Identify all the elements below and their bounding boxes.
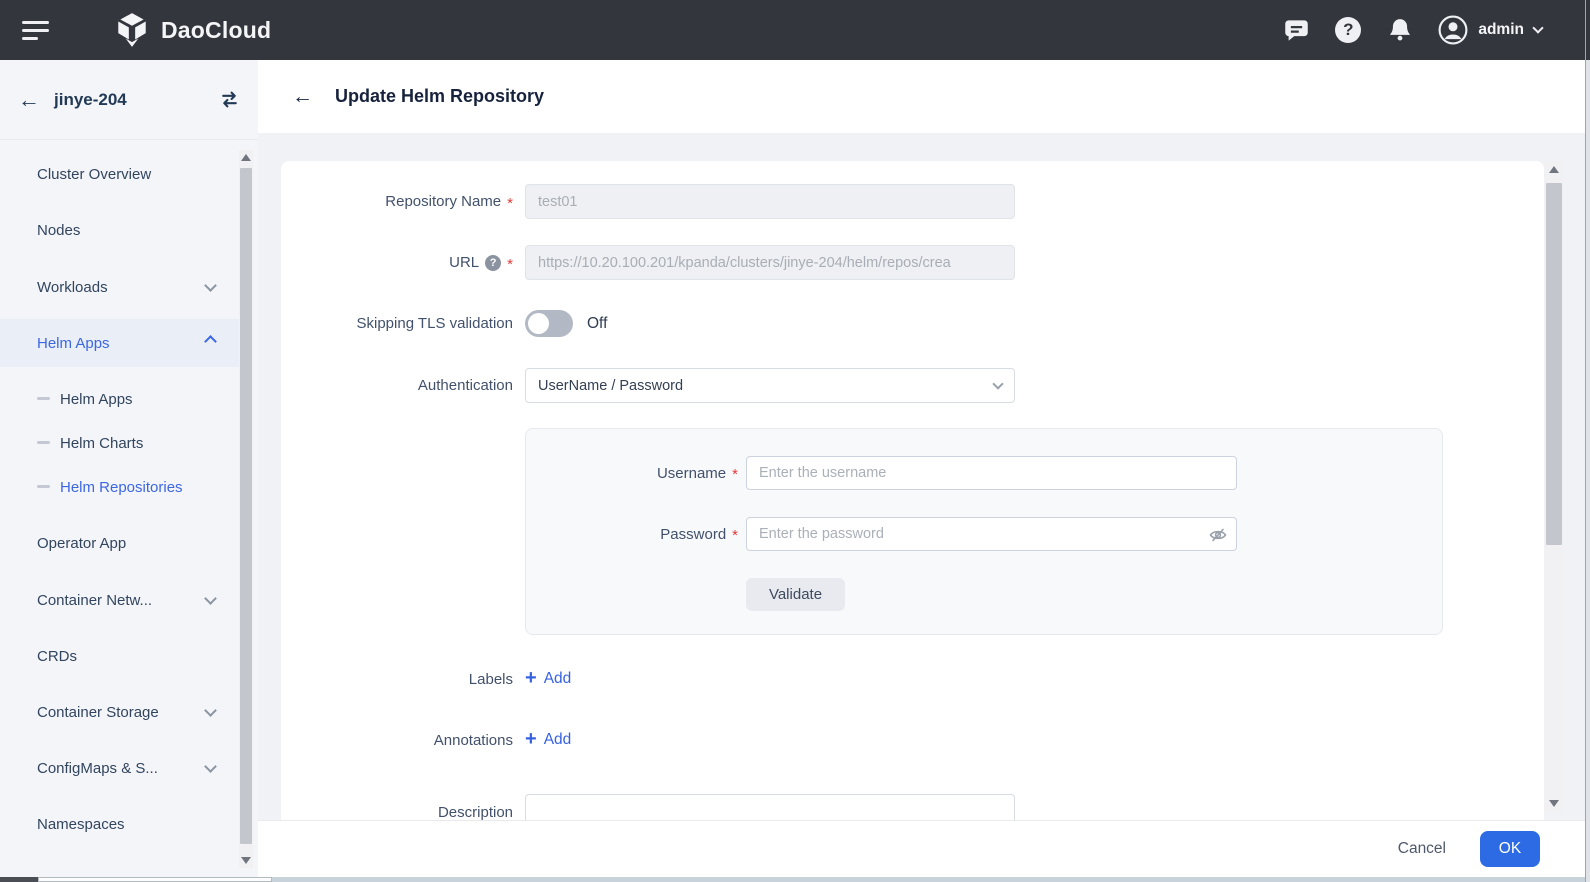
tls-toggle[interactable] [525,310,573,337]
page-title: Update Helm Repository [335,86,544,107]
sidebar-item-namespaces[interactable]: Namespaces [0,800,239,848]
url-help-icon[interactable]: ? [485,255,501,271]
scroll-down-arrow-icon[interactable] [1549,800,1559,807]
credentials-panel: Username * Password * Validate [525,428,1443,635]
plus-icon: + [525,668,537,688]
sidebar-item-crds[interactable]: CRDs [0,632,239,680]
hamburger-menu-icon[interactable] [22,21,49,40]
sidebar: ← jinye-204 Cluster Overview Nodes Workl… [0,60,258,877]
bell-icon[interactable] [1386,17,1413,44]
required-asterisk: * [507,256,513,273]
tls-label: Skipping TLS validation [281,310,513,337]
sidebar-scrollbar-thumb[interactable] [240,168,252,844]
sidebar-item-cluster-overview[interactable]: Cluster Overview [0,150,239,198]
daocloud-logo-icon [113,11,151,49]
dash-icon [37,441,50,444]
username-label: Username * [526,456,738,490]
cluster-name: jinye-204 [54,90,127,110]
chevron-down-icon [204,592,217,605]
description-textarea[interactable] [525,794,1015,820]
url-label: URL ? * [281,245,513,280]
authentication-select[interactable]: UserName / Password [525,368,1015,403]
password-label: Password * [526,517,738,551]
cluster-back-icon[interactable]: ← [18,89,40,111]
topbar: DaoCloud ? admin [0,0,1590,60]
cluster-switch-icon[interactable] [219,89,240,110]
sidebar-subitem-helm-charts[interactable]: Helm Charts [0,423,239,463]
sidebar-item-workloads[interactable]: Workloads [0,263,239,311]
dash-icon [37,397,50,400]
password-input[interactable] [746,517,1237,551]
username-input[interactable] [746,456,1237,490]
authentication-label: Authentication [281,368,513,403]
brand-name: DaoCloud [161,17,271,44]
chevron-down-icon [204,704,217,717]
eye-off-icon[interactable] [1207,524,1229,546]
page-header: ← Update Helm Repository [258,60,1585,133]
required-asterisk: * [732,466,738,483]
toggle-knob [528,313,549,334]
labels-add-button[interactable]: + Add [525,667,571,691]
brand-logo: DaoCloud [113,11,271,49]
plus-icon: + [525,729,537,749]
required-asterisk: * [732,527,738,544]
repository-name-label: Repository Name * [281,184,513,219]
chevron-down-icon [204,760,217,773]
help-icon[interactable]: ? [1335,17,1361,43]
validate-button[interactable]: Validate [746,578,845,611]
tls-toggle-state: Off [587,310,607,337]
sidebar-item-nodes[interactable]: Nodes [0,206,239,254]
sidebar-item-container-storage[interactable]: Container Storage [0,688,239,736]
required-asterisk: * [507,195,513,212]
window-edge-scrollbar[interactable] [1585,0,1590,882]
sidebar-item-container-network[interactable]: Container Netw... [0,576,239,624]
horizontal-scrollbar-corner [0,877,38,882]
sidebar-header: ← jinye-204 [0,60,258,140]
horizontal-scrollbar-thumb[interactable] [38,877,272,882]
scroll-down-arrow-icon[interactable] [241,857,251,864]
chevron-down-icon [204,279,217,292]
cancel-button[interactable]: Cancel [1398,840,1446,858]
form-footer: Cancel OK [258,820,1585,877]
dash-icon [37,485,50,488]
user-menu[interactable]: admin [1438,15,1542,45]
scroll-up-arrow-icon[interactable] [1549,166,1559,173]
sidebar-subitem-helm-repositories[interactable]: Helm Repositories [0,467,239,507]
content-scrollbar-thumb[interactable] [1546,183,1562,545]
username-label: admin [1478,21,1524,39]
avatar-icon [1438,15,1468,45]
sidebar-item-operator-app[interactable]: Operator App [0,519,239,567]
chat-icon[interactable] [1283,17,1310,44]
sidebar-item-helm-apps[interactable]: Helm Apps [0,319,239,367]
form-card: Repository Name * URL ? * Skipping TLS v… [281,161,1544,820]
chevron-up-icon [204,335,217,348]
select-chevron-down-icon [992,378,1003,389]
sidebar-item-configmaps-secrets[interactable]: ConfigMaps & S... [0,744,239,792]
ok-button[interactable]: OK [1480,831,1540,867]
horizontal-scrollbar[interactable] [0,877,1590,882]
annotations-add-button[interactable]: + Add [525,728,571,752]
authentication-selected-value: UserName / Password [538,378,683,394]
labels-label: Labels [281,667,513,691]
scroll-up-arrow-icon[interactable] [241,154,251,161]
sidebar-subitem-helm-apps[interactable]: Helm Apps [0,379,239,419]
url-input [525,245,1015,280]
content-scrollbar[interactable] [1544,161,1564,812]
description-label: Description [281,800,513,820]
annotations-label: Annotations [281,728,513,752]
user-chevron-down-icon [1532,22,1543,33]
window-edge-scrollbar-top [1586,0,1590,60]
repository-name-input [525,184,1015,219]
sidebar-scrollbar[interactable] [239,150,253,868]
page-back-icon[interactable]: ← [292,86,313,107]
